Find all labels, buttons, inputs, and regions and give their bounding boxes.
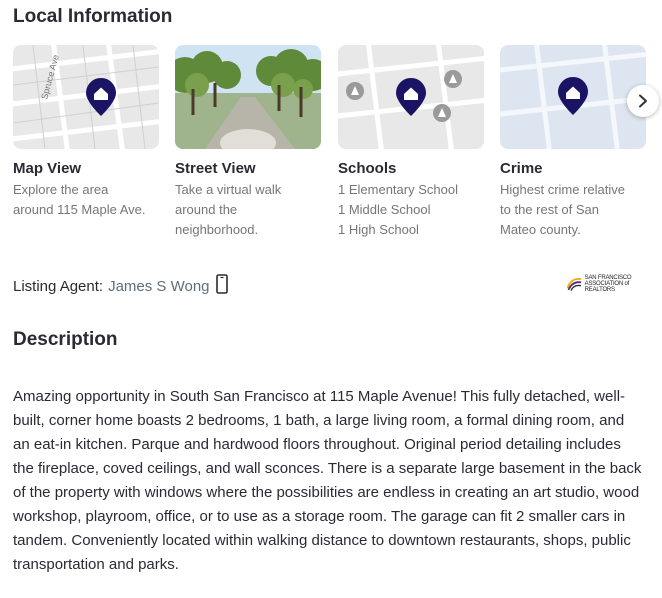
schools-description: 1 Elementary School 1 Middle School 1 Hi… [338, 182, 458, 237]
map-view-title: Map View [13, 160, 82, 177]
schools-title: Schools [338, 160, 397, 177]
street-view-description: Take a virtual walk around the neighborh… [175, 182, 282, 237]
crime-title: Crime [500, 160, 543, 177]
schools-card[interactable]: Schools 1 Elementary School 1 Middle Sch… [338, 45, 484, 240]
listing-agent-row: Listing Agent: James S Wong [13, 274, 228, 298]
listing-agent-label: Listing Agent: [13, 277, 104, 295]
street-view-thumbnail[interactable] [175, 45, 321, 149]
street-view-card[interactable]: Street View Take a virtual walk around t… [175, 45, 321, 240]
school-icon [346, 82, 364, 100]
map-view-thumbnail[interactable]: Spruce Ave [13, 45, 159, 149]
local-info-carousel: Spruce Ave Map View Explore the area aro… [13, 45, 662, 245]
description-title: Description [13, 329, 118, 350]
description-text: Amazing opportunity in South San Francis… [13, 388, 642, 573]
carousel-next-button[interactable] [627, 85, 659, 117]
listing-agent-name[interactable]: James S Wong [108, 278, 209, 295]
association-logo: SAN FRANCISCO ASSOCIATION of REALTORS [566, 275, 648, 293]
crime-card[interactable]: Crime Highest crime relative to the rest… [500, 45, 646, 240]
schools-thumbnail[interactable] [338, 45, 484, 149]
school-icon [444, 70, 462, 88]
crime-thumbnail[interactable] [500, 45, 646, 149]
map-view-description: Explore the area around 115 Maple Ave. [13, 182, 146, 217]
realtors-logo-icon [566, 277, 582, 291]
association-logo-text: SAN FRANCISCO ASSOCIATION of REALTORS [584, 275, 632, 293]
school-icon [433, 104, 451, 122]
local-information-title: Local Information [13, 6, 173, 27]
street-view-title: Street View [175, 160, 256, 177]
phone-icon[interactable] [215, 274, 228, 298]
chevron-right-icon [639, 94, 647, 108]
map-view-card[interactable]: Spruce Ave Map View Explore the area aro… [13, 45, 159, 220]
crime-description: Highest crime relative to the rest of Sa… [500, 182, 625, 237]
